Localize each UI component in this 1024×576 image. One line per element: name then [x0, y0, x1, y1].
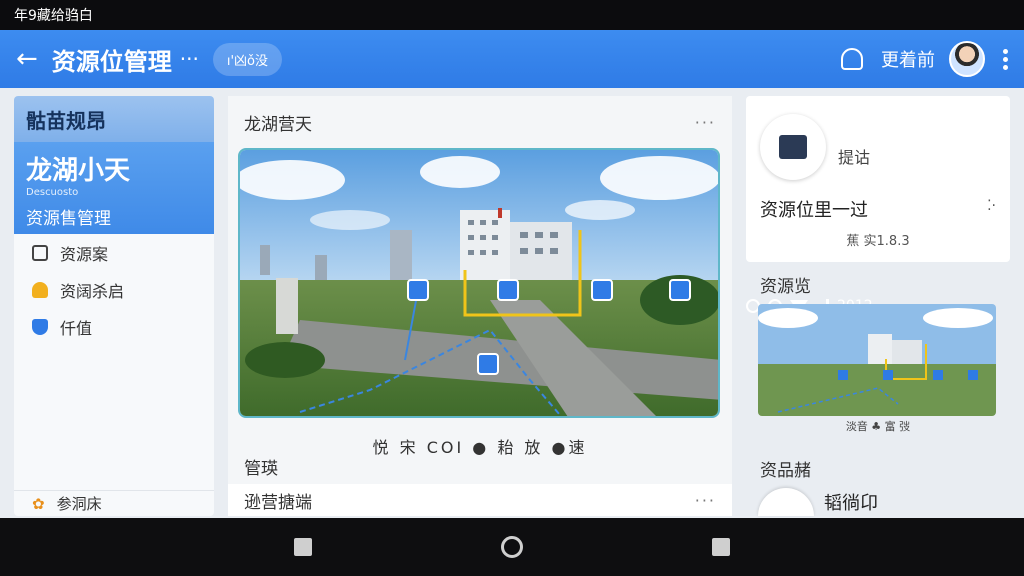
right-panel: 提诂 资源位里一过 ⁚· 蕉 实1.8.3 资源览 淡音 ♣ 富 弢 资品赭 韬…	[746, 96, 1010, 516]
thumbnail-caption: 淡音 ♣ 富 弢	[845, 420, 911, 433]
notification-icon[interactable]	[841, 48, 863, 70]
sidebar-card-title: 龙湖小天	[26, 156, 131, 186]
resource-card[interactable]: 提诂 资源位里一过 ⁚· 蕉 实1.8.3	[746, 96, 1010, 262]
location-marker[interactable]	[407, 279, 429, 301]
preview-section-title: 资源览	[760, 277, 811, 297]
location-marker[interactable]	[669, 279, 691, 301]
playback-controls[interactable]: 悦 宋 COI ● 耛 放 ●速	[228, 434, 732, 458]
sidebar-item-label: 资阔杀启	[60, 281, 125, 301]
sidebar: 骷苗规昂 龙湖小天 Descuosto 资源售管理 资源案 资阔杀启 仟值 ✿ …	[14, 96, 214, 516]
app-bar: ← 资源位管理 ··· ı'凶ǒ没 更着前	[0, 30, 1024, 88]
location-marker[interactable]	[497, 279, 519, 301]
location-marker[interactable]	[477, 353, 499, 375]
resource-menu-button[interactable]: ⁚·	[987, 198, 996, 214]
sidebar-item-resources[interactable]: 资源案	[14, 234, 214, 271]
resource-meta: 蕉 实1.8.3	[846, 234, 910, 249]
product-icon	[758, 488, 814, 516]
user-name[interactable]: 更着前	[881, 46, 935, 72]
sidebar-active-card[interactable]: 龙湖小天 Descuosto 资源售管理	[14, 142, 214, 234]
sidebar-item-users[interactable]: 资阔杀启	[14, 271, 214, 308]
filter-chip[interactable]: ı'凶ǒ没	[212, 42, 283, 76]
back-button[interactable]	[711, 538, 730, 556]
sidebar-item-value[interactable]: 仟值	[14, 308, 214, 345]
product-card[interactable]: 韬徜卬	[758, 488, 1010, 516]
status-bar: 年9藏给驺白 2012	[0, 0, 1024, 314]
product-card-title: 韬徜卬	[824, 493, 878, 514]
shield-icon	[32, 318, 48, 335]
document-icon	[760, 114, 826, 180]
user-icon	[32, 281, 48, 298]
subsection-label: 管瑛	[244, 459, 278, 479]
system-nav-bar	[0, 518, 1024, 576]
sidebar-footer[interactable]: ✿ 参洞床	[14, 490, 214, 516]
flower-icon: ✿	[32, 494, 45, 513]
sidebar-card-tiny: Descuosto	[26, 187, 79, 198]
overflow-menu-icon[interactable]	[1003, 48, 1008, 70]
preview-thumbnail[interactable]	[758, 304, 996, 416]
sidebar-item-label: 资源案	[60, 244, 109, 264]
thumbnail-illustration	[758, 304, 996, 416]
back-arrow-icon[interactable]: ←	[16, 46, 38, 72]
section-title: 龙湖营天	[244, 115, 312, 135]
title-more-button[interactable]: ···	[180, 47, 199, 71]
secondary-card[interactable]: 逊营搪端 ···	[228, 484, 732, 516]
secondary-card-more-button[interactable]: ···	[695, 491, 716, 510]
sidebar-header[interactable]: 骷苗规昂	[14, 96, 214, 142]
status-time: 年9藏给驺白	[14, 8, 93, 24]
sidebar-footer-label: 参洞床	[56, 495, 102, 513]
scene-illustration	[240, 150, 718, 416]
home-button[interactable]	[500, 536, 523, 558]
resource-hint: 提诂	[838, 148, 871, 167]
location-marker[interactable]	[591, 279, 613, 301]
map-scene-view[interactable]	[238, 148, 720, 418]
sidebar-card-sub: 资源售管理	[26, 209, 111, 229]
page-title: 资源位管理	[51, 47, 172, 76]
main-panel: 龙湖营天 ··· 悦 宋 COI ● 耛 放 ●速 管瑛 逊营搪端 ···	[228, 96, 732, 516]
square-icon	[32, 244, 48, 261]
sidebar-item-label: 仟值	[60, 318, 93, 338]
resource-title: 资源位里一过	[760, 200, 868, 221]
recents-button[interactable]	[294, 538, 313, 556]
avatar[interactable]	[949, 41, 985, 77]
product-section-title: 资品赭	[760, 461, 811, 481]
secondary-card-title: 逊营搪端	[244, 492, 312, 513]
section-more-button[interactable]: ···	[695, 113, 716, 132]
